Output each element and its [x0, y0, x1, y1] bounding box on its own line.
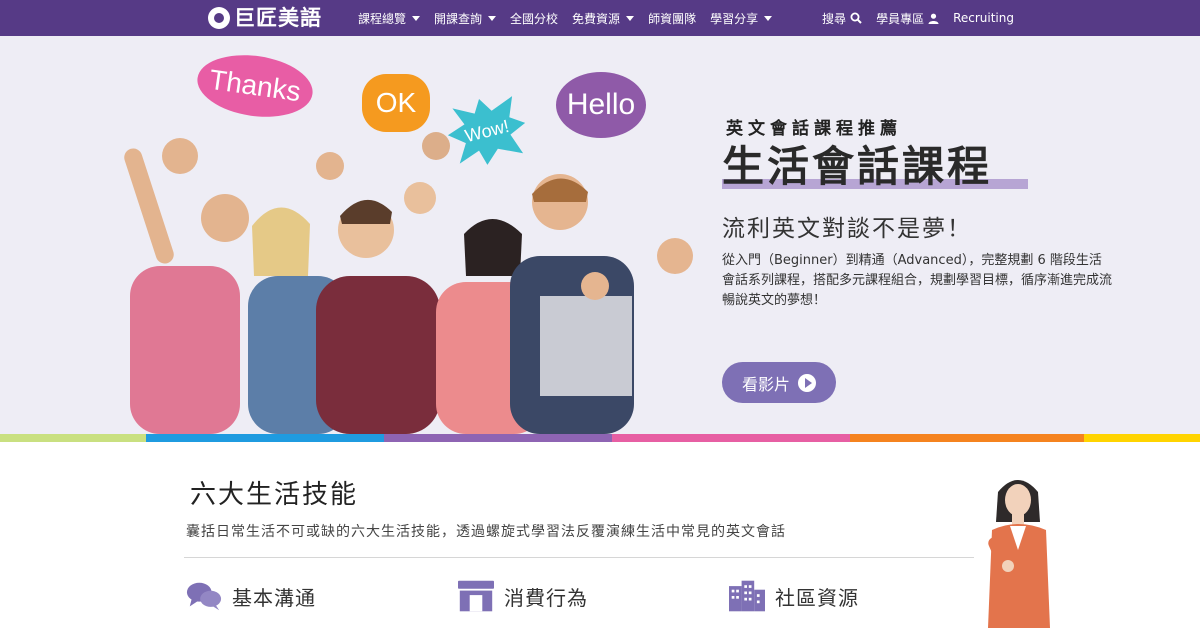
chat-bubbles-icon	[186, 582, 222, 611]
chevron-down-icon	[764, 15, 773, 21]
member-area-label: 學員專區	[876, 11, 925, 26]
nav-item-sharing[interactable]: 學習分享	[710, 10, 773, 27]
recruiting-link[interactable]: Recruiting	[953, 11, 1014, 25]
chevron-down-icon	[412, 15, 421, 21]
section-divider	[184, 557, 974, 558]
hero-text-block: 英文會話課程推薦 生活會話課程 流利英文對談不是夢！ 從入門（Beginner）…	[722, 114, 1152, 403]
storefront-icon	[458, 580, 494, 612]
hero-title-wrap: 生活會話課程	[722, 141, 1028, 193]
chevron-down-icon	[626, 15, 635, 21]
watch-video-button[interactable]: 看影片	[722, 362, 836, 403]
skill-label: 社區資源	[775, 585, 859, 610]
nav-item-free-resources[interactable]: 免費資源	[572, 10, 635, 27]
strip-segment	[850, 434, 1084, 442]
search-link[interactable]: 搜尋	[822, 10, 862, 27]
user-icon	[928, 13, 939, 24]
skill-label: 基本溝通	[232, 585, 316, 610]
play-icon	[798, 373, 816, 392]
skill-item-basic-communication[interactable]: 基本溝通	[186, 580, 316, 612]
logo-mark-icon	[208, 7, 230, 29]
search-icon	[850, 12, 862, 24]
nav-item-label: 課程總覽	[358, 11, 407, 26]
hero-subtitle: 英文會話課程推薦	[726, 119, 902, 139]
hero-tagline: 流利英文對談不是夢！	[722, 216, 972, 242]
search-label: 搜尋	[822, 11, 847, 26]
teacher-photo	[988, 480, 1050, 628]
member-area-link[interactable]: 學員專區	[876, 10, 939, 27]
strip-segment	[146, 434, 384, 442]
nav-item-teachers[interactable]: 師資團隊	[648, 10, 696, 27]
nav-item-label: 免費資源	[572, 11, 621, 26]
speech-bubble-ok: OK	[362, 74, 430, 132]
hero-title: 生活會話課程	[722, 142, 993, 191]
skill-item-consumer-behavior[interactable]: 消費行為	[458, 580, 588, 612]
nav-item-schedule[interactable]: 開課查詢	[434, 10, 497, 27]
nav-item-label: 師資團隊	[648, 11, 697, 26]
brand-name: 巨匠美語	[234, 6, 322, 30]
skill-item-community-resources[interactable]: 社區資源	[729, 580, 859, 612]
hero-group-photo	[124, 132, 693, 434]
nav-right: 搜尋 學員專區 Recruiting	[822, 0, 1014, 36]
strip-segment	[1084, 434, 1200, 442]
hero-description: 從入門（Beginner）到精通（Advanced），完整規劃 6 階段生活會話…	[722, 253, 1113, 308]
chevron-down-icon	[488, 15, 497, 21]
top-navbar: 巨匠美語 課程總覽 開課查詢 全國分校 免費資源 師資團隊 學習分享 搜尋 學員…	[0, 0, 1200, 36]
nav-item-label: 學習分享	[710, 11, 759, 26]
strip-segment	[384, 434, 612, 442]
main-nav: 課程總覽 開課查詢 全國分校 免費資源 師資團隊 學習分享	[358, 0, 773, 36]
strip-segment	[0, 434, 146, 442]
buildings-icon	[729, 580, 765, 612]
skills-title: 六大生活技能	[190, 480, 359, 510]
hero-banner: Thanks OK Wow! Hello 英文會話課程推薦 生活會話課程 流利英…	[0, 36, 1200, 434]
skills-description: 囊括日常生活不可或缺的六大生活技能，透過螺旋式學習法反覆演練生活中常見的英文會話	[186, 524, 786, 540]
strip-segment	[612, 434, 850, 442]
color-strip	[0, 434, 1200, 442]
nav-item-branches[interactable]: 全國分校	[510, 10, 558, 27]
nav-item-label: 全國分校	[510, 11, 559, 26]
brand-logo[interactable]: 巨匠美語	[208, 4, 322, 32]
skill-label: 消費行為	[504, 585, 588, 610]
nav-item-label: 開課查詢	[434, 11, 483, 26]
speech-bubble-hello: Hello	[556, 72, 646, 138]
recruiting-label: Recruiting	[953, 11, 1014, 25]
watch-video-label: 看影片	[741, 374, 790, 394]
nav-item-courses[interactable]: 課程總覽	[358, 10, 421, 27]
